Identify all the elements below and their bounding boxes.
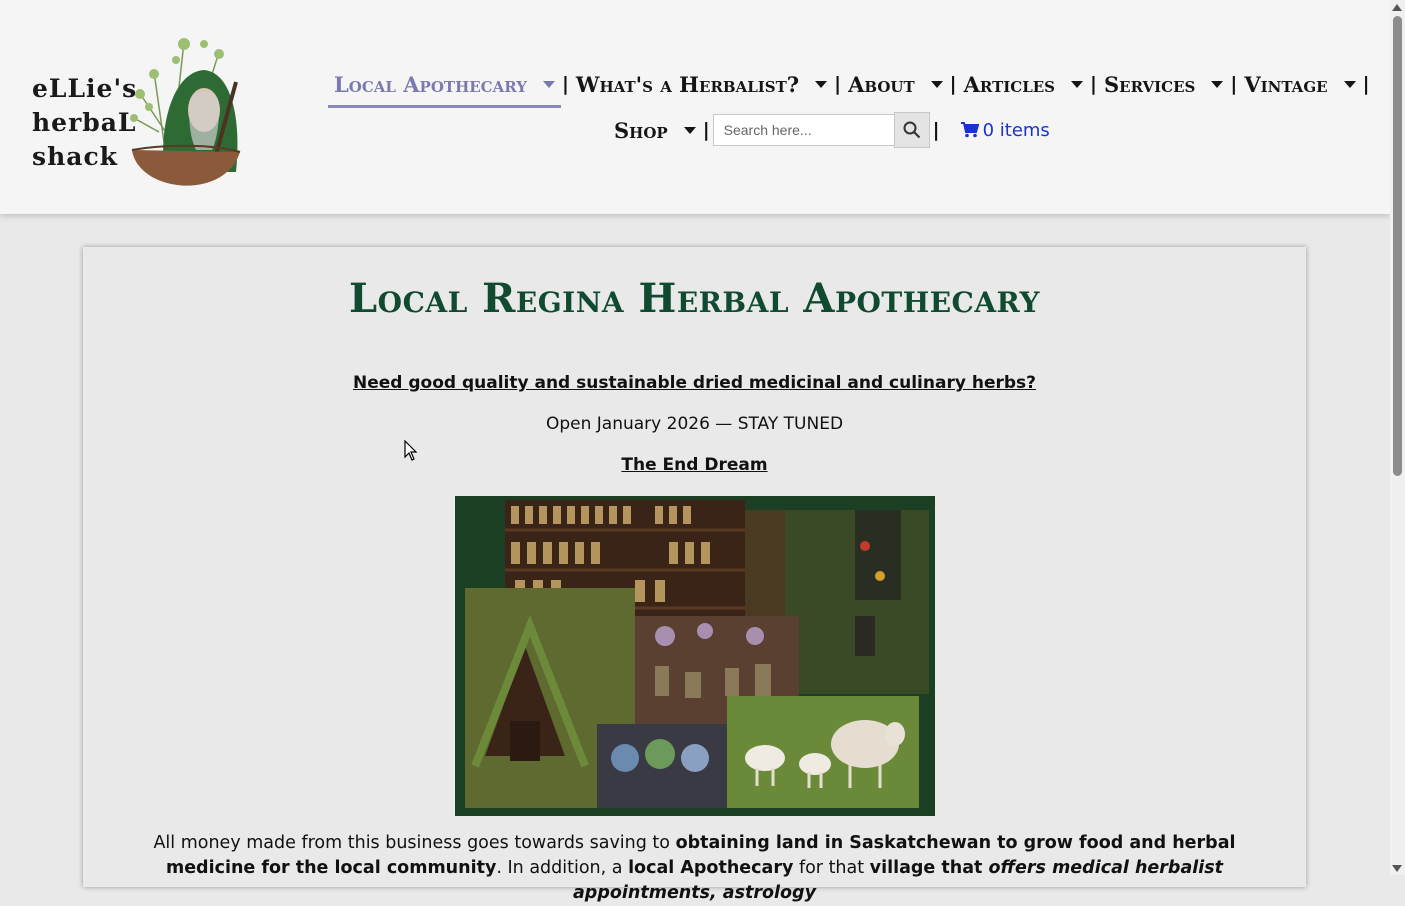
mission-paragraph: All money made from this business goes t… xyxy=(123,831,1266,906)
mouse-cursor-icon xyxy=(404,440,418,461)
nav-separator: | xyxy=(702,119,710,141)
nav-about[interactable]: About xyxy=(842,62,949,106)
chevron-down-icon[interactable] xyxy=(683,126,696,134)
search-button[interactable] xyxy=(893,112,930,148)
cart-count: 0 items xyxy=(982,119,1050,141)
search-icon xyxy=(903,121,920,139)
vertical-scrollbar[interactable] xyxy=(1390,0,1405,875)
para-text: . In addition, a xyxy=(496,858,629,878)
herbalist-illustration xyxy=(130,38,241,186)
logo-text: eLLie's herbaL shack xyxy=(32,72,137,174)
cart-link[interactable]: 0 items xyxy=(960,119,1050,141)
headline-question[interactable]: Need good quality and sustainable dried … xyxy=(83,373,1306,393)
nav-label: Local Apothecary xyxy=(334,71,527,97)
nav-separator: | xyxy=(932,119,940,141)
scroll-down-icon[interactable] xyxy=(1392,865,1402,872)
apothecary-collage-image xyxy=(455,496,935,816)
nav-local-apothecary[interactable]: Local Apothecary xyxy=(328,62,561,108)
opening-notice: Open January 2026 — STAY TUNED xyxy=(545,414,844,434)
nav-separator: | xyxy=(1362,73,1370,95)
nav-articles[interactable]: Articles xyxy=(958,62,1089,106)
content-card: Local Regina Herbal Apothecary Need good… xyxy=(83,247,1306,903)
nav-vintage[interactable]: Vintage xyxy=(1238,62,1361,106)
logo-line-3: shack xyxy=(32,142,118,171)
chevron-down-icon[interactable] xyxy=(1211,80,1224,88)
main-nav-row-2: Shop | | 0 items xyxy=(608,108,1050,152)
para-bold: local Apothecary xyxy=(628,858,794,878)
scrollbar-thumb[interactable] xyxy=(1393,16,1402,476)
nav-label: Services xyxy=(1103,71,1196,97)
chevron-down-icon[interactable] xyxy=(1071,80,1084,88)
search-input[interactable] xyxy=(712,114,895,146)
shopping-cart-icon xyxy=(960,122,979,138)
nav-separator: | xyxy=(1090,73,1097,95)
scroll-up-icon[interactable] xyxy=(1392,4,1402,11)
nav-label: About xyxy=(848,71,915,97)
search-form xyxy=(712,112,930,148)
chevron-down-icon[interactable] xyxy=(1343,80,1356,88)
nav-separator: | xyxy=(1230,73,1238,95)
nav-shop[interactable]: Shop xyxy=(608,108,702,152)
para-text: All money made from this business goes t… xyxy=(153,833,676,853)
nav-label: Vintage xyxy=(1244,71,1328,97)
chevron-down-icon[interactable] xyxy=(815,80,828,88)
nav-label: Articles xyxy=(963,71,1056,97)
nav-separator: | xyxy=(561,73,569,95)
page-title: Local Regina Herbal Apothecary xyxy=(349,275,1040,322)
chevron-down-icon[interactable] xyxy=(930,80,943,88)
nav-label: Shop xyxy=(614,117,668,143)
nav-services[interactable]: Services xyxy=(1098,62,1229,106)
site-header: eLLie's herbaL shack Local Apothecary | … xyxy=(0,0,1390,214)
nav-separator: | xyxy=(949,73,957,95)
nav-whats-a-herbalist[interactable]: What's a Herbalist? xyxy=(570,62,833,106)
para-text: for that xyxy=(793,858,870,878)
logo-line-2: herbaL xyxy=(32,108,137,137)
chevron-down-icon[interactable] xyxy=(542,80,555,88)
para-bold: village that xyxy=(869,858,989,878)
logo-line-1: eLLie's xyxy=(32,74,138,103)
main-nav: Local Apothecary | What's a Herbalist? |… xyxy=(328,62,1371,108)
nav-label: What's a Herbalist? xyxy=(575,71,800,97)
nav-separator: | xyxy=(834,73,842,95)
end-dream-heading: The End Dream xyxy=(621,455,768,475)
site-logo[interactable]: eLLie's herbaL shack xyxy=(28,32,248,192)
